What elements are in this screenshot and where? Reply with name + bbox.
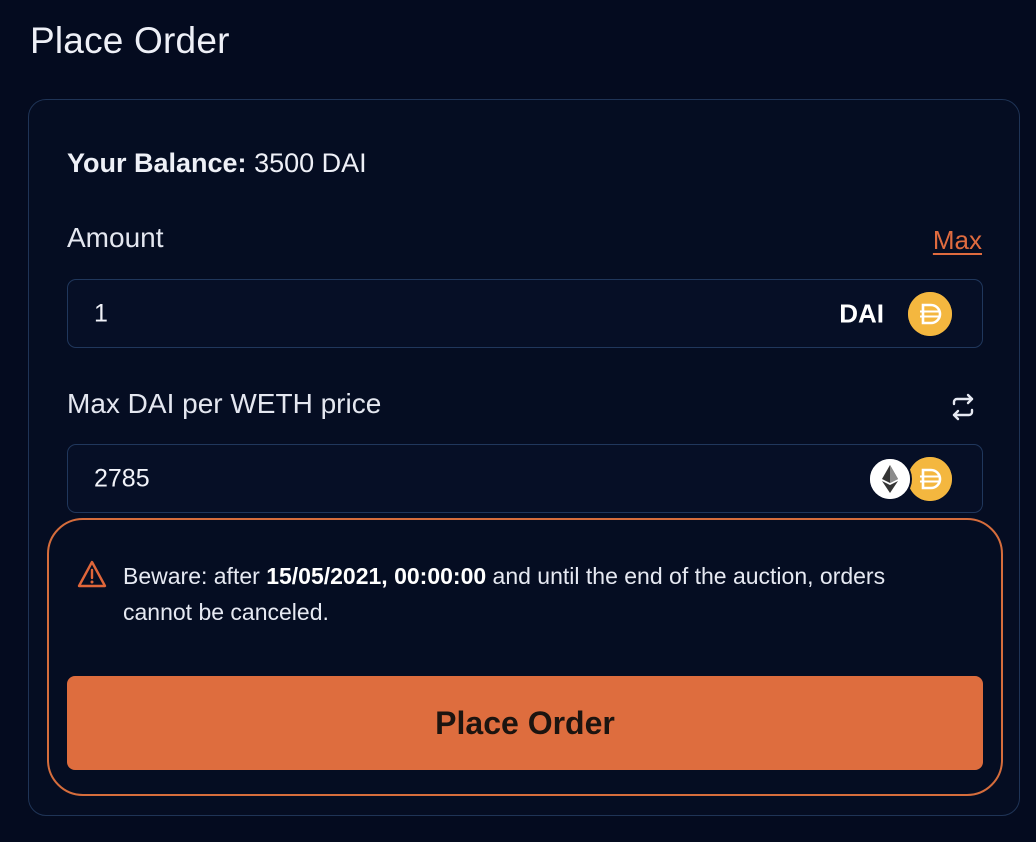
dai-coin-icon [908,456,952,501]
warning-message: Beware: after 15/05/2021, 00:00:00 and u… [123,558,923,630]
max-button[interactable]: Max [933,225,982,256]
warning-prefix: Beware: after [123,563,267,589]
balance-value: 3500 DAI [254,148,367,178]
warning-date: 15/05/2021, 00:00:00 [266,563,487,589]
warning-and-submit-group: Beware: after 15/05/2021, 00:00:00 and u… [47,518,1003,796]
page-title: Place Order [30,20,230,61]
balance-row: Your Balance: 3500 DAI [67,148,367,179]
swap-icon[interactable] [948,392,978,422]
price-input[interactable]: 2785 [67,444,983,513]
place-order-page: Place Order Your Balance: 3500 DAI Amoun… [0,0,1036,842]
amount-input[interactable]: 1 DAI [67,279,983,348]
order-card: Your Balance: 3500 DAI Amount Max 1 DAI … [28,99,1020,816]
balance-label: Your Balance: [67,148,247,178]
dai-coin-icon [908,291,952,336]
amount-label: Amount [67,222,164,253]
amount-token-label: DAI [839,298,884,328]
price-label: Max DAI per WETH price [67,388,382,419]
warning-icon [77,560,107,588]
eth-coin-icon [868,456,912,501]
amount-value[interactable]: 1 [94,299,108,328]
place-order-button[interactable]: Place Order [67,676,983,770]
price-value[interactable]: 2785 [94,464,150,493]
